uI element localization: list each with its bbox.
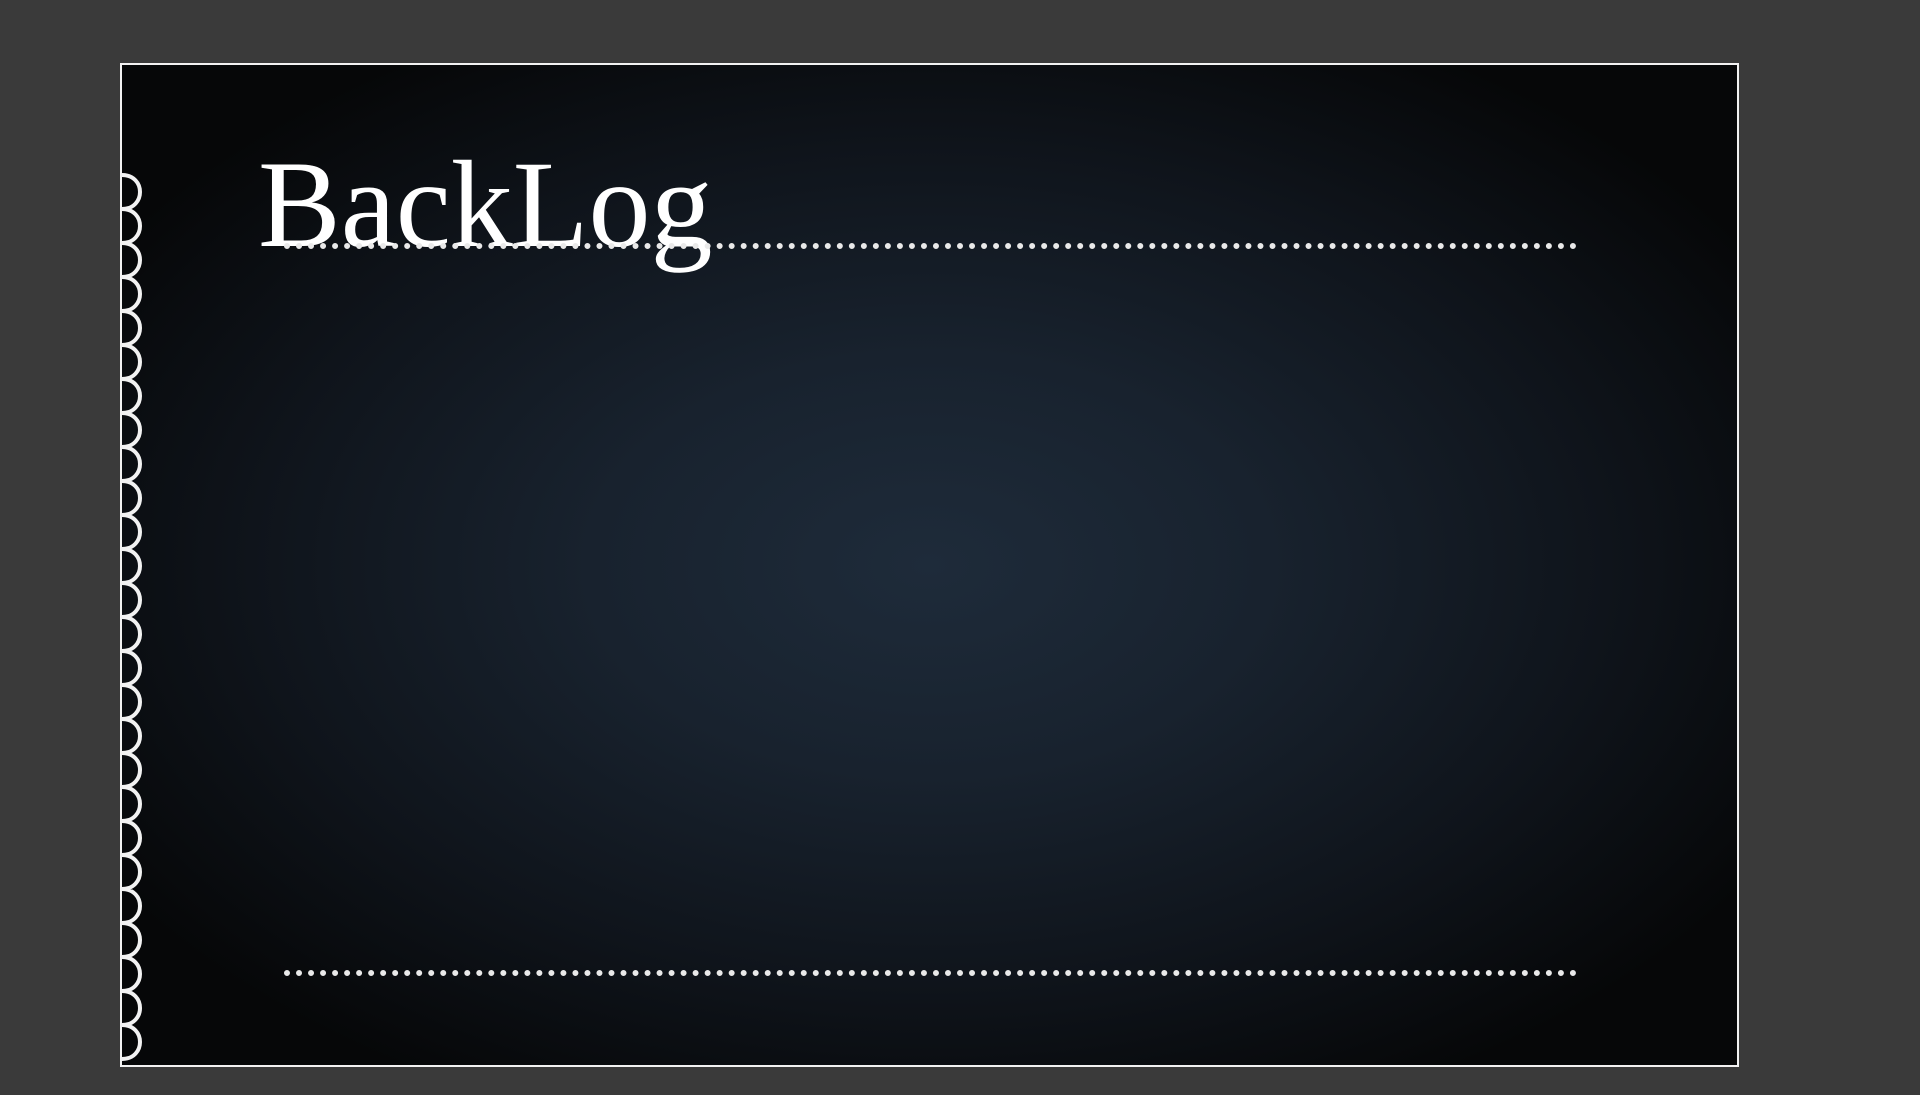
scalloped-edge-icon	[120, 173, 142, 1061]
bottom-dotted-divider	[284, 970, 1577, 976]
slide-canvas[interactable]: BackLog	[120, 63, 1739, 1067]
slide-workspace: BackLog	[0, 0, 1920, 1080]
top-dotted-divider	[284, 243, 1577, 249]
